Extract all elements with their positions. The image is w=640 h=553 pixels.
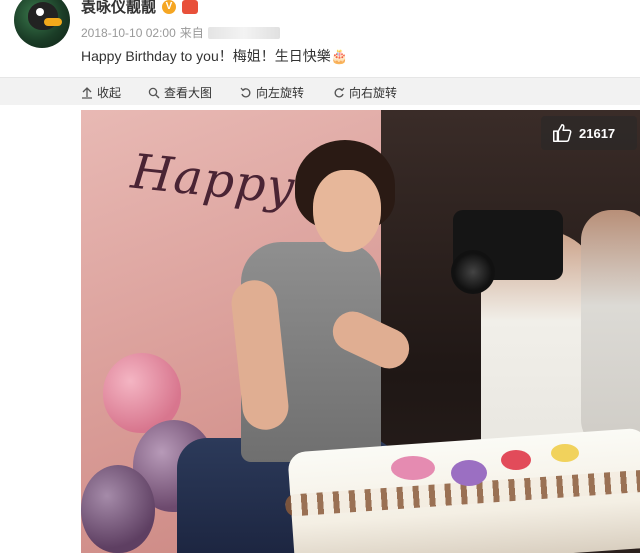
rotate-right-label: 向右旋转 — [349, 86, 398, 100]
post-photo[interactable]: Happy 21617 — [81, 110, 640, 553]
username-text[interactable]: 袁咏仪靓靓 — [81, 0, 156, 17]
avatar-beak — [44, 18, 62, 26]
photographer-figure — [581, 210, 640, 450]
post-source-blurred — [207, 26, 280, 39]
post-text: Happy Birthday to you！梅姐！生日快樂🎂 — [81, 48, 349, 64]
camera-lens — [451, 250, 495, 294]
image-toolbar: 收起 查看大图 向左旋转 向右旋转 — [0, 77, 640, 105]
avatar[interactable] — [14, 0, 70, 48]
rotate-right-icon — [334, 87, 345, 97]
view-large-button[interactable]: 查看大图 — [148, 84, 212, 101]
like-button[interactable]: 21617 — [541, 116, 637, 150]
post-timestamp[interactable]: 2018-10-10 02:00 — [81, 26, 176, 40]
rotate-right-button[interactable]: 向右旋转 — [333, 84, 397, 101]
thumbs-up-icon — [553, 124, 572, 142]
cake-decoration — [391, 456, 435, 480]
rotate-left-icon — [240, 87, 251, 97]
collapse-label: 收起 — [97, 86, 122, 100]
rotate-left-label: 向左旋转 — [256, 86, 305, 100]
woman-face — [313, 170, 381, 252]
post-source-prefix: 来自 — [179, 26, 204, 40]
cake-decoration — [551, 444, 579, 462]
cake-decoration — [451, 460, 487, 486]
verified-badge-icon: V — [162, 0, 177, 14]
collapse-button[interactable]: 收起 — [81, 84, 121, 101]
search-icon — [148, 87, 160, 98]
cake-decoration — [501, 450, 531, 470]
collapse-icon — [82, 86, 92, 99]
member-badge-icon — [182, 0, 199, 14]
purple-balloon — [81, 465, 155, 553]
like-count: 21617 — [579, 125, 616, 141]
avatar-eye — [36, 8, 44, 16]
rotate-left-button[interactable]: 向左旋转 — [240, 84, 304, 101]
view-large-label: 查看大图 — [164, 86, 213, 100]
post-meta: 2018-10-10 02:00 来自 — [81, 24, 280, 41]
post-author[interactable]: 袁咏仪靓靓 V — [81, 0, 199, 17]
